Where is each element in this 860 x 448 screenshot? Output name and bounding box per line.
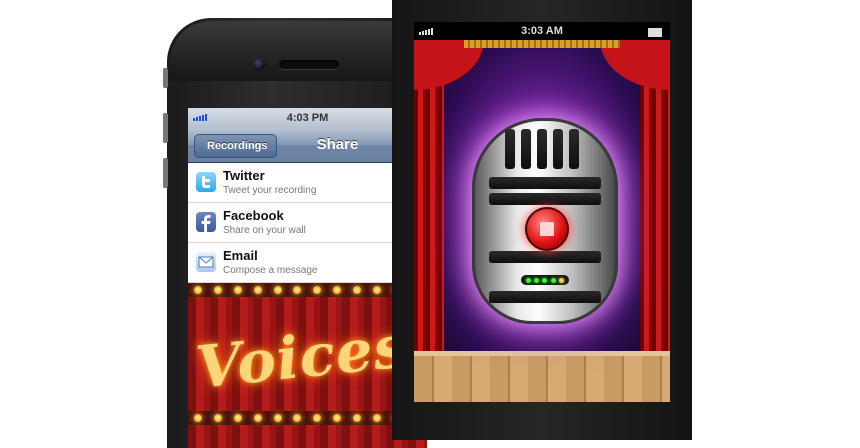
share-description: Share on your wall — [223, 225, 306, 236]
level-light — [534, 277, 540, 283]
email-icon — [196, 252, 216, 272]
back-button-recordings[interactable]: Recordings — [194, 134, 277, 158]
mic-grill — [569, 129, 579, 169]
status-time: 4:03 PM — [286, 112, 329, 124]
volume-up-button — [163, 113, 168, 143]
level-light — [550, 277, 556, 283]
microphone-icon — [472, 118, 618, 324]
right-phone: 3:03 AM — [392, 0, 692, 440]
earpiece-speaker — [279, 60, 339, 69]
mic-grill — [553, 129, 563, 169]
mic-grill — [489, 193, 601, 205]
facebook-icon — [196, 212, 216, 232]
mic-grill — [489, 251, 601, 263]
curtain-fringe — [464, 40, 620, 48]
mic-grill — [521, 129, 531, 169]
mic-grill — [489, 177, 601, 189]
signal-icon — [419, 28, 433, 35]
mic-grill — [537, 129, 547, 169]
signal-icon — [193, 114, 207, 121]
level-meter — [521, 275, 569, 285]
share-description: Compose a message — [223, 265, 318, 276]
volume-down-button — [163, 158, 168, 188]
twitter-icon — [196, 172, 216, 192]
mic-grill — [505, 129, 515, 169]
share-name: Email — [223, 248, 258, 263]
status-time: 3:03 AM — [521, 25, 563, 37]
voices-logo: Voices — [193, 312, 411, 402]
share-description: Tweet your recording — [223, 185, 317, 196]
right-screen: 3:03 AM — [414, 22, 670, 402]
phone-bezel — [170, 21, 427, 81]
level-light — [542, 277, 548, 283]
status-bar-dark: 3:03 AM — [414, 22, 670, 40]
stage-floor — [414, 356, 670, 402]
front-camera — [253, 58, 265, 70]
left-phone: 4:03 PM Share Recordings Twitter Tweet y… — [163, 18, 427, 448]
share-name: Twitter — [223, 168, 265, 183]
level-light — [525, 277, 531, 283]
battery-icon — [648, 28, 662, 37]
record-stop-button[interactable] — [525, 207, 569, 251]
mute-switch — [163, 68, 168, 88]
share-name: Facebook — [223, 208, 284, 223]
mic-grill — [489, 291, 601, 303]
stage-background — [414, 40, 670, 402]
level-light — [559, 277, 565, 283]
